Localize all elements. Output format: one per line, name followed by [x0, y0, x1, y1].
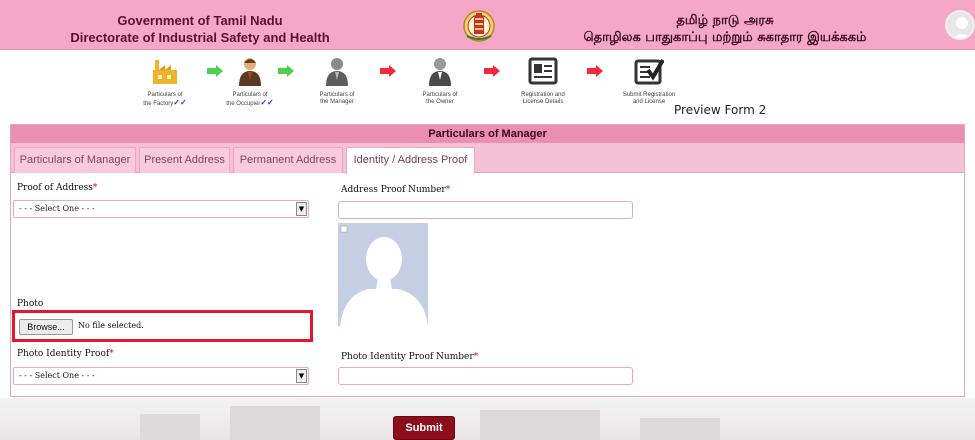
- browse-button[interactable]: Browse...: [19, 319, 73, 335]
- photo-identity-proof-number-label: Photo Identity Proof Number*: [341, 352, 478, 362]
- tab-identity-address-proof[interactable]: Identity / Address Proof: [346, 147, 475, 174]
- step-label-line1: Particulars of: [147, 92, 183, 98]
- background-building: [230, 406, 320, 440]
- license-card-icon: [528, 57, 558, 85]
- step-done-check-icon: ✓✓: [260, 98, 274, 107]
- proof-of-address-select[interactable]: - - - Select One - - - ▼: [13, 200, 309, 218]
- step-arrow-red-icon: [380, 65, 396, 77]
- wizard-step-factory[interactable]: Particulars of the Factory✓✓: [133, 56, 197, 108]
- file-status-text: No file selected.: [78, 321, 144, 330]
- tab-present-address[interactable]: Present Address: [139, 147, 230, 173]
- address-proof-number-label: Address Proof Number*: [341, 185, 450, 195]
- background-building: [480, 410, 600, 440]
- required-marker: *: [445, 185, 451, 195]
- header-gov-name-tamil: தமிழ் நாடு அரசு: [676, 13, 774, 28]
- select-value: - - - Select One - - -: [19, 204, 95, 213]
- tab-bar: Particulars of Manager Present Address P…: [11, 143, 964, 174]
- submit-checklist-icon: [634, 58, 665, 85]
- step-label-line1: Submit Registration: [622, 92, 676, 98]
- owner-icon: [429, 58, 451, 86]
- header-title-tamil: தமிழ் நாடு அரசு தொழிலக பாதுகாப்பு மற்றும…: [560, 12, 890, 46]
- required-marker: *: [92, 183, 98, 193]
- avatar-silhouette: [947, 12, 973, 38]
- tab-permanent-address[interactable]: Permanent Address: [233, 147, 343, 173]
- photo-identity-proof-number-input[interactable]: [338, 367, 633, 385]
- site-header: Government of Tamil Nadu Directorate of …: [0, 0, 975, 50]
- step-label-line1: Particulars of: [422, 92, 458, 98]
- step-label-line2: the Occupier: [226, 101, 261, 107]
- header-dept-name-tamil: தொழிலக பாதுகாப்பு மற்றும் சுகாதார இயக்கக…: [583, 30, 867, 45]
- footer-background: [0, 398, 975, 440]
- step-arrow-red-icon: [484, 65, 500, 77]
- required-marker: *: [109, 349, 114, 359]
- photo-file-input[interactable]: Browse... No file selected.: [12, 310, 313, 342]
- select-value: - - - Select One - - -: [19, 371, 95, 380]
- submit-button[interactable]: Submit: [393, 416, 455, 440]
- label-text: Proof of Address: [17, 183, 93, 193]
- preview-form-link[interactable]: Preview Form 2: [674, 103, 766, 117]
- step-arrow-green-icon: [278, 65, 294, 77]
- panel-title: Particulars of Manager: [11, 125, 964, 143]
- wizard-step-license-details[interactable]: Registration and License Details: [511, 56, 575, 106]
- factory-icon: [153, 60, 177, 84]
- background-building: [640, 418, 720, 440]
- user-avatar-icon[interactable]: [945, 10, 975, 40]
- step-label-line2: License Details: [522, 99, 564, 105]
- step-label-line2: and License: [632, 99, 666, 105]
- label-text: Photo Identity Proof Number: [341, 352, 474, 362]
- wizard-step-owner[interactable]: Particulars of the Owner: [408, 56, 472, 106]
- photo-identity-proof-select[interactable]: - - - Select One - - - ▼: [13, 367, 309, 385]
- wizard-step-manager[interactable]: Particulars of the Manager: [305, 56, 369, 106]
- wizard-step-occupier[interactable]: Particulars of the Occupier✓✓: [218, 56, 282, 108]
- address-proof-number-input[interactable]: [338, 201, 633, 219]
- chevron-down-icon[interactable]: ▼: [296, 202, 307, 216]
- background-building: [140, 414, 200, 440]
- occupier-icon: [239, 58, 261, 86]
- label-text: Photo Identity Proof: [17, 349, 110, 359]
- chevron-down-icon[interactable]: ▼: [296, 369, 307, 383]
- step-done-check-icon: ✓✓: [173, 98, 187, 107]
- required-marker: *: [473, 352, 479, 362]
- step-label-line1: Registration and: [521, 92, 565, 98]
- person-placeholder-icon: [338, 223, 428, 326]
- header-gov-name: Government of Tamil Nadu: [117, 13, 283, 28]
- step-label-line2: the Manager: [320, 99, 354, 105]
- photo-identity-proof-label: Photo Identity Proof*: [17, 349, 114, 359]
- tamil-nadu-emblem-icon: [463, 10, 495, 42]
- header-title-english: Government of Tamil Nadu Directorate of …: [30, 12, 370, 46]
- step-arrow-red-icon: [587, 65, 603, 77]
- step-label-line2: the Owner: [426, 99, 454, 105]
- proof-of-address-label: Proof of Address*: [17, 183, 97, 193]
- manager-panel: Particulars of Manager Particulars of Ma…: [10, 124, 965, 397]
- step-label-line2: the Factory: [143, 101, 174, 107]
- step-label-line1: Particulars of: [319, 92, 355, 98]
- header-dept-name: Directorate of Industrial Safety and Hea…: [70, 30, 330, 45]
- wizard-step-submit[interactable]: Submit Registration and License: [617, 56, 681, 106]
- photo-label: Photo: [17, 299, 44, 309]
- photo-preview: [338, 223, 428, 326]
- manager-icon: [326, 58, 348, 86]
- label-text: Address Proof Number: [341, 185, 446, 195]
- tab-particulars-of-manager[interactable]: Particulars of Manager: [14, 147, 136, 173]
